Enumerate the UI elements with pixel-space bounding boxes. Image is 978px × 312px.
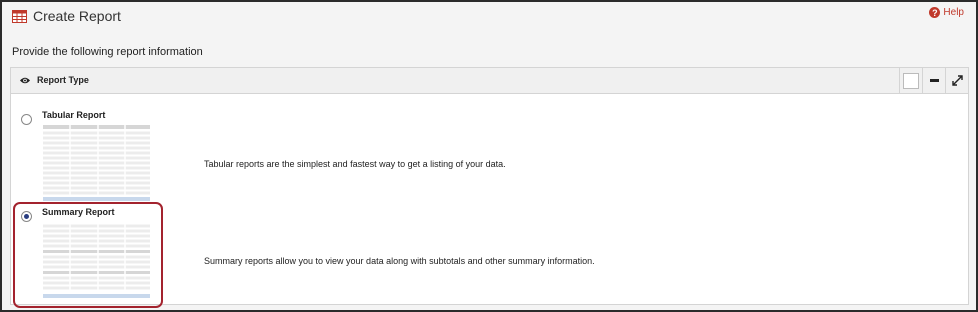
create-report-window: Create Report ? Help Provide the followi… [0,0,978,312]
expand-button[interactable] [945,68,968,93]
panel-tools [899,68,968,93]
panel-header: Report Type [11,68,968,94]
tabular-report-label[interactable]: Tabular Report [42,110,105,120]
help-label: Help [943,7,964,18]
instructions-text: Provide the following report information [12,46,203,58]
page-title: Create Report [33,8,121,24]
help-icon: ? [929,7,941,18]
page-header: Create Report ? Help [2,2,976,32]
summary-report-description: Summary reports allow you to view your d… [204,256,595,266]
eye-icon [20,77,30,84]
tabular-report-thumbnail [43,125,150,201]
minimize-button[interactable] [922,68,945,93]
minimize-icon [929,79,939,82]
help-link[interactable]: ? Help [929,7,964,18]
table-icon [12,10,27,23]
expand-icon [951,75,963,86]
selected-option-highlight [13,202,163,308]
panel-title: Report Type [37,75,89,85]
tabular-report-description: Tabular reports are the simplest and fas… [204,159,506,169]
collapse-box-icon [903,72,919,89]
panel-collapse-box[interactable] [899,68,922,93]
report-type-panel: Report Type Tabular Report Tabular repor… [10,67,969,308]
tabular-report-radio[interactable] [21,114,32,125]
